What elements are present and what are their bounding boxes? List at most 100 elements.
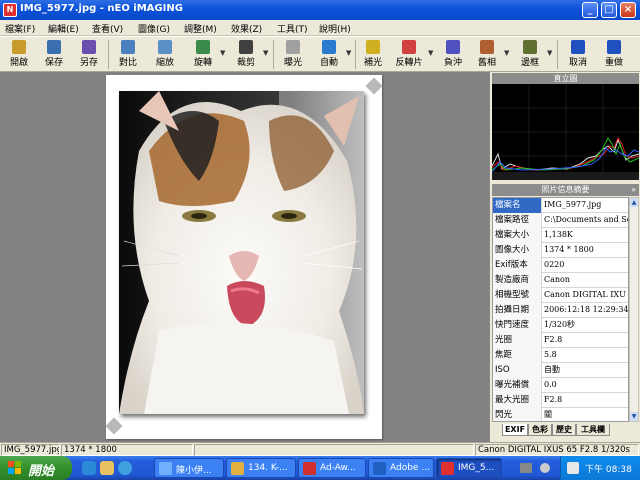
resize-button[interactable]: 縮放 <box>150 39 180 70</box>
exposure-button[interactable]: 曝光 <box>278 39 308 70</box>
frame-label: 邊框 <box>520 58 539 68</box>
table-row[interactable]: ISO 自動 <box>493 363 628 378</box>
table-row[interactable]: 快門速度 1/320秒 <box>493 318 628 333</box>
panel-tabs: EXIF 色彩 歷史 工具欄 <box>492 424 639 437</box>
info-key: Exif版本 <box>493 258 542 273</box>
tab-toolbar[interactable]: 工具欄 <box>576 424 610 436</box>
minimize-button[interactable]: _ <box>582 2 598 18</box>
tray-expand-icon[interactable] <box>540 463 550 473</box>
redo-label: 重做 <box>604 58 623 68</box>
frame-dropdown-arrow[interactable]: ▼ <box>547 49 552 57</box>
menu-view[interactable]: 查看(V) <box>92 22 123 35</box>
info-value: 0220 <box>544 260 565 269</box>
compare-button[interactable]: 對比 <box>113 39 143 70</box>
slide-film-dropdown-arrow[interactable]: ▼ <box>428 49 433 57</box>
undo-icon <box>571 40 585 54</box>
menu-tools[interactable]: 工具(T) <box>277 22 308 35</box>
old-photo-button[interactable]: 舊相 <box>472 39 502 70</box>
table-row[interactable]: 檔案大小 1,138K <box>493 228 628 243</box>
undo-button[interactable]: 取消 <box>563 39 593 70</box>
close-button[interactable]: × <box>620 2 636 18</box>
auto-dropdown-arrow[interactable]: ▼ <box>346 49 351 57</box>
info-value: 1,138K <box>544 230 573 239</box>
folder-icon <box>231 462 244 475</box>
quicklaunch-browser-icon[interactable] <box>118 461 132 475</box>
fill-light-button[interactable]: 補光 <box>358 39 388 70</box>
tab-color[interactable]: 色彩 <box>528 424 552 436</box>
rotate-button[interactable]: 旋轉 <box>188 39 218 70</box>
save-button[interactable]: 保存 <box>39 39 69 70</box>
resize-icon <box>158 40 172 54</box>
keyboard-icon[interactable] <box>520 463 532 473</box>
table-row[interactable]: 拍攝日期 2006:12:18 12:29:34 <box>493 303 628 318</box>
status-empty <box>194 444 474 456</box>
taskbar-item[interactable]: 134. K-... <box>226 458 296 478</box>
save-as-icon <box>82 40 96 54</box>
open-button[interactable]: 開啟 <box>4 39 34 70</box>
app-icon: N <box>3 3 17 17</box>
image-canvas[interactable] <box>0 72 489 442</box>
info-value: F2.8 <box>544 395 563 404</box>
info-value: 5.8 <box>544 350 557 359</box>
taskbar-item[interactable]: 陳小伊... <box>154 458 224 478</box>
slide-film-button[interactable]: 反轉片 <box>392 39 426 70</box>
auto-fix-button[interactable]: 自動 <box>314 39 344 70</box>
table-row[interactable]: 光圈 F2.8 <box>493 333 628 348</box>
taskbar-item-active[interactable]: IMG_5... <box>436 458 502 478</box>
crop-dropdown-arrow[interactable]: ▼ <box>263 49 268 57</box>
save-disk-icon <box>47 40 61 54</box>
info-value: C:\Documents and Set <box>544 215 629 224</box>
taskbar-item-label: 陳小伊... <box>176 466 212 476</box>
table-row[interactable]: Exif版本 0220 <box>493 258 628 273</box>
status-bar: IMG_5977.jpg 1374 * 1800 Canon DIGITAL I… <box>0 442 640 456</box>
table-row[interactable]: 圖像大小 1374 * 1800 <box>493 243 628 258</box>
table-row[interactable]: 檔案路徑 C:\Documents and Set <box>493 213 629 228</box>
save-as-button[interactable]: 另存 <box>74 39 104 70</box>
clock: 下午 08:38 <box>585 465 632 475</box>
redo-icon <box>607 40 621 54</box>
table-row[interactable]: 焦距 5.8 <box>493 348 628 363</box>
cross-process-button[interactable]: 負沖 <box>438 39 468 70</box>
menu-edit[interactable]: 編輯(E) <box>48 22 79 35</box>
menu-file[interactable]: 檔案(F) <box>5 22 35 35</box>
redo-button[interactable]: 重做 <box>599 39 629 70</box>
crop-button[interactable]: 裁剪 <box>231 39 261 70</box>
table-row[interactable]: 製造廠商 Canon <box>493 273 628 288</box>
start-label: 開始 <box>28 464 55 479</box>
cross-process-icon <box>446 40 460 54</box>
table-row[interactable]: 檔案名 IMG_5977.jpg <box>493 198 628 213</box>
auto-fix-label: 自動 <box>319 58 338 68</box>
toolbar: 開啟 保存 另存 對比 縮放 旋轉 ▼ 裁剪 ▼ 曝光 自動 ▼ 補光 反轉片 … <box>0 37 640 72</box>
rotate-dropdown-arrow[interactable]: ▼ <box>220 49 225 57</box>
menu-adjust[interactable]: 調整(M) <box>184 22 217 35</box>
menu-help[interactable]: 說明(H) <box>319 22 351 35</box>
frame-button[interactable]: 邊框 <box>515 39 545 70</box>
photo-frame <box>105 75 383 439</box>
tab-exif[interactable]: EXIF <box>502 424 528 436</box>
old-photo-icon <box>480 40 494 54</box>
scroll-down-icon[interactable]: ▼ <box>630 412 638 421</box>
maximize-button[interactable]: □ <box>601 2 617 18</box>
quicklaunch-ie-icon[interactable] <box>82 461 96 475</box>
scroll-up-icon[interactable]: ▲ <box>630 198 638 207</box>
table-row[interactable]: 曝光補償 0.0 <box>493 378 628 393</box>
taskbar-item[interactable]: Adobe ... <box>368 458 434 478</box>
quicklaunch-desktop-icon[interactable] <box>100 461 114 475</box>
info-scrollbar[interactable]: ▲ ▼ <box>629 197 639 422</box>
start-button[interactable]: 開始 <box>0 456 72 480</box>
info-key: 曝光補償 <box>493 378 542 393</box>
menu-effects[interactable]: 效果(Z) <box>231 22 262 35</box>
table-row[interactable]: 相機型號 Canon DIGITAL IXU <box>493 288 628 303</box>
table-row[interactable]: 最大光圈 F2.8 <box>493 393 628 408</box>
toolbar-separator <box>108 40 109 69</box>
tab-history[interactable]: 歷史 <box>552 424 576 436</box>
resize-label: 縮放 <box>155 58 174 68</box>
menu-image[interactable]: 圖像(G) <box>138 22 170 35</box>
exposure-icon <box>286 40 300 54</box>
collapse-icon[interactable]: » <box>631 184 636 196</box>
photo-corner-tab <box>365 77 383 95</box>
old-photo-dropdown-arrow[interactable]: ▼ <box>504 49 509 57</box>
taskbar-item[interactable]: Ad-Aw... <box>298 458 366 478</box>
volume-icon[interactable] <box>567 462 579 474</box>
table-row[interactable]: 閃光關 <box>493 408 628 421</box>
